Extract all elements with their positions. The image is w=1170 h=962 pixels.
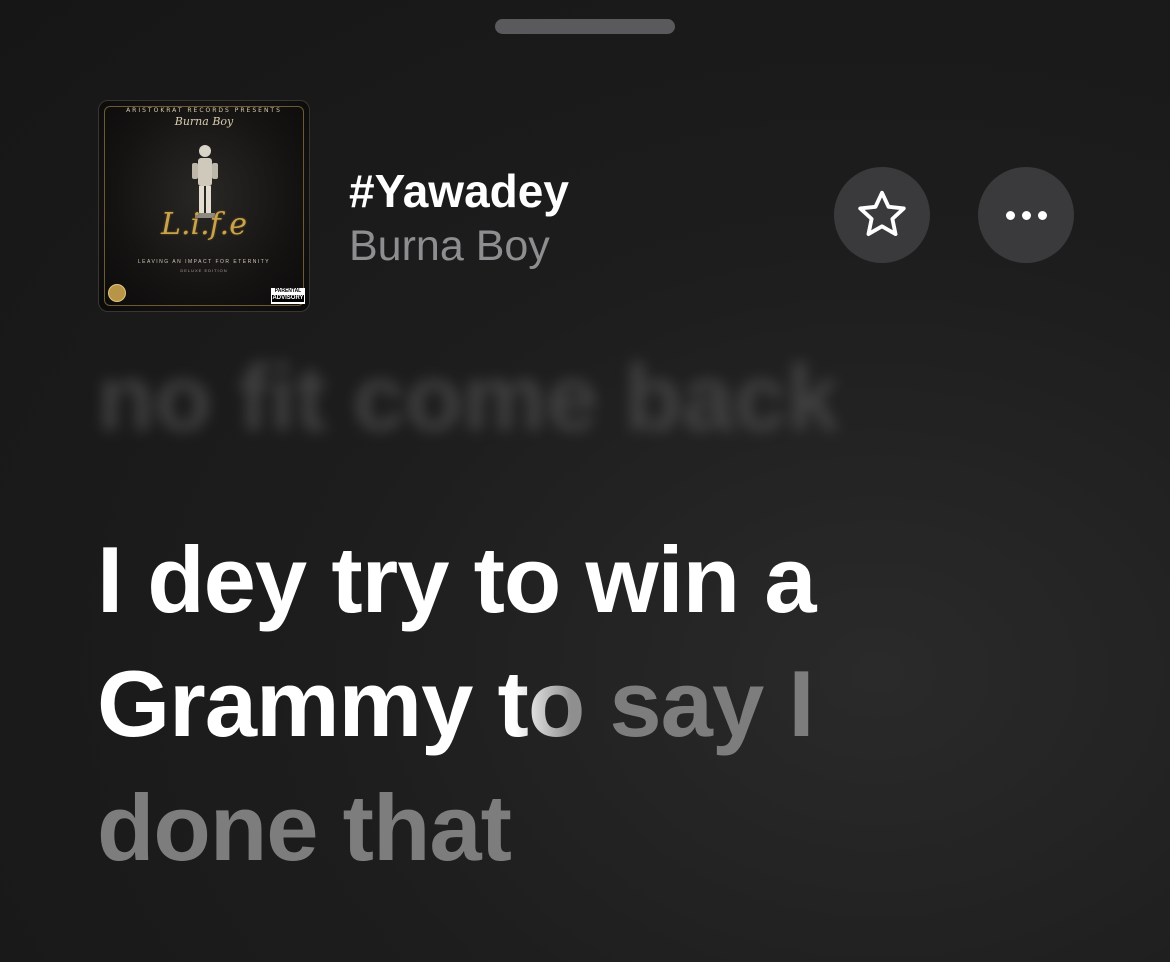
- track-artist[interactable]: Burna Boy: [349, 222, 550, 271]
- album-art-logo: L.i.f.e: [161, 207, 247, 242]
- advisory-main: ADVISORY: [272, 295, 304, 302]
- advisory-top: PARENTAL: [274, 288, 302, 294]
- star-icon: [858, 190, 906, 237]
- album-art: ARISTOKRAT RECORDS PRESENTS Burna Boy L.…: [98, 100, 310, 312]
- more-options-button[interactable]: [978, 167, 1074, 263]
- record-label-seal-icon: [108, 284, 126, 302]
- previous-lyric-line[interactable]: no fit come back: [97, 344, 839, 452]
- ellipsis-icon: [1005, 210, 1047, 220]
- album-art-subtitle: LEAVING AN IMPACT FOR ETERNITY: [137, 259, 271, 265]
- lyric-transition-part: to: [497, 651, 586, 756]
- album-art-edition: DELUXE EDITION: [180, 268, 228, 273]
- track-title: #Yawadey: [349, 165, 569, 217]
- current-lyric-line[interactable]: I dey try to win a Grammy to say I done …: [97, 518, 997, 890]
- sheet-grabber[interactable]: [495, 19, 675, 34]
- album-art-artist: Burna Boy: [174, 115, 234, 128]
- album-art-label: ARISTOKRAT RECORDS PRESENTS: [126, 107, 282, 114]
- favorite-button[interactable]: [834, 167, 930, 263]
- parental-advisory-badge: PARENTAL ADVISORY: [271, 288, 305, 304]
